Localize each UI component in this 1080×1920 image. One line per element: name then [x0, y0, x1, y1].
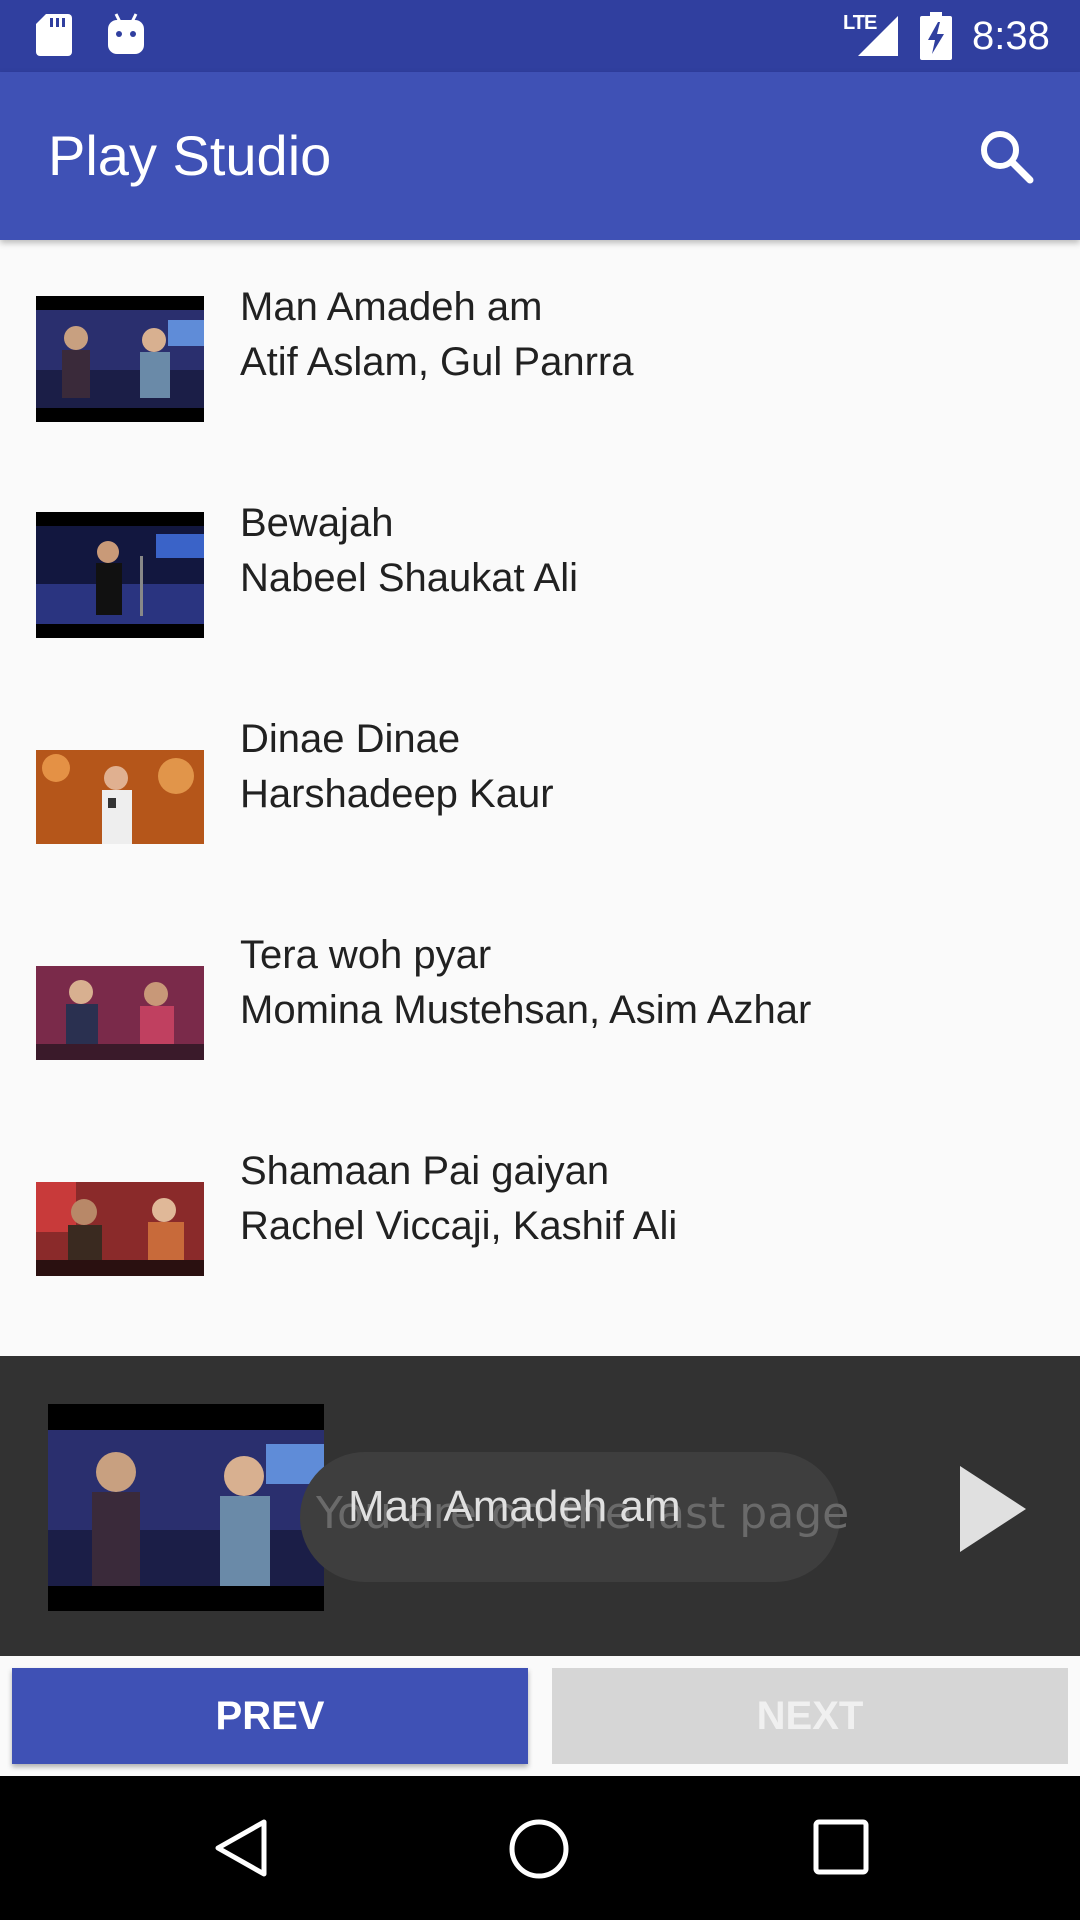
app-bar: Play Studio	[0, 72, 1080, 240]
song-title: Bewajah	[240, 501, 394, 545]
song-info: Tera woh pyar Momina Mustehsan, Asim Azh…	[240, 928, 811, 1038]
song-thumbnail	[36, 512, 204, 638]
song-artists: Momina Mustehsan, Asim Azhar	[240, 988, 812, 1032]
prev-button[interactable]: PREV	[12, 1668, 528, 1764]
sd-card-icon	[36, 14, 72, 56]
song-artists: Atif Aslam, Gul Panrra	[240, 340, 634, 384]
song-list-item[interactable]: Tera woh pyar Momina Mustehsan, Asim Azh…	[0, 888, 1080, 1104]
song-list-item[interactable]: Dinae Dinae Harshadeep Kaur	[0, 672, 1080, 888]
song-title: Shamaan Pai gaiyan	[240, 1149, 610, 1193]
song-info: Shamaan Pai gaiyan Rachel Viccaji, Kashi…	[240, 1144, 677, 1254]
pagination-bar: PREV NEXT	[0, 1656, 1080, 1776]
song-list-item[interactable]: Man Amadeh am Atif Aslam, Gul Panrra	[0, 240, 1080, 456]
song-list: Man Amadeh am Atif Aslam, Gul Panrra Bew…	[0, 240, 1080, 1320]
system-nav-bar	[0, 1776, 1080, 1920]
status-bar: LTE 8:38	[0, 0, 1080, 72]
home-icon[interactable]	[506, 1816, 572, 1882]
now-playing-title: Man Amadeh am	[348, 1482, 681, 1531]
now-playing-thumbnail	[48, 1404, 324, 1611]
song-thumbnail	[36, 1160, 204, 1286]
song-thumbnail	[36, 296, 204, 422]
next-button[interactable]: NEXT	[552, 1668, 1068, 1764]
song-title: Man Amadeh am	[240, 285, 543, 329]
song-list-item[interactable]: Shamaan Pai gaiyan Rachel Viccaji, Kashi…	[0, 1104, 1080, 1320]
song-info: Dinae Dinae Harshadeep Kaur	[240, 712, 554, 822]
screen: LTE 8:38 Play Studio Man Amadeh am Atif …	[0, 0, 1080, 1920]
song-artists: Nabeel Shaukat Ali	[240, 556, 579, 600]
search-icon[interactable]	[976, 126, 1036, 186]
back-icon[interactable]	[210, 1816, 274, 1880]
song-artists: Rachel Viccaji, Kashif Ali	[240, 1204, 678, 1248]
status-time: 8:38	[972, 14, 1050, 58]
song-info: Man Amadeh am Atif Aslam, Gul Panrra	[240, 280, 633, 390]
song-list-item[interactable]: Bewajah Nabeel Shaukat Ali	[0, 456, 1080, 672]
song-thumbnail	[36, 944, 204, 1070]
app-title: Play Studio	[48, 124, 332, 187]
now-playing-bar[interactable]: You are on the last page Man Amadeh am	[0, 1356, 1080, 1656]
play-icon[interactable]	[958, 1464, 1028, 1554]
song-artists: Harshadeep Kaur	[240, 772, 554, 816]
recents-icon[interactable]	[812, 1818, 870, 1876]
song-title: Tera woh pyar	[240, 933, 492, 977]
battery-charging-icon	[920, 12, 952, 60]
signal-icon	[858, 16, 898, 56]
song-info: Bewajah Nabeel Shaukat Ali	[240, 496, 578, 606]
android-icon	[108, 13, 144, 54]
song-title: Dinae Dinae	[240, 717, 461, 761]
song-thumbnail	[36, 728, 204, 854]
